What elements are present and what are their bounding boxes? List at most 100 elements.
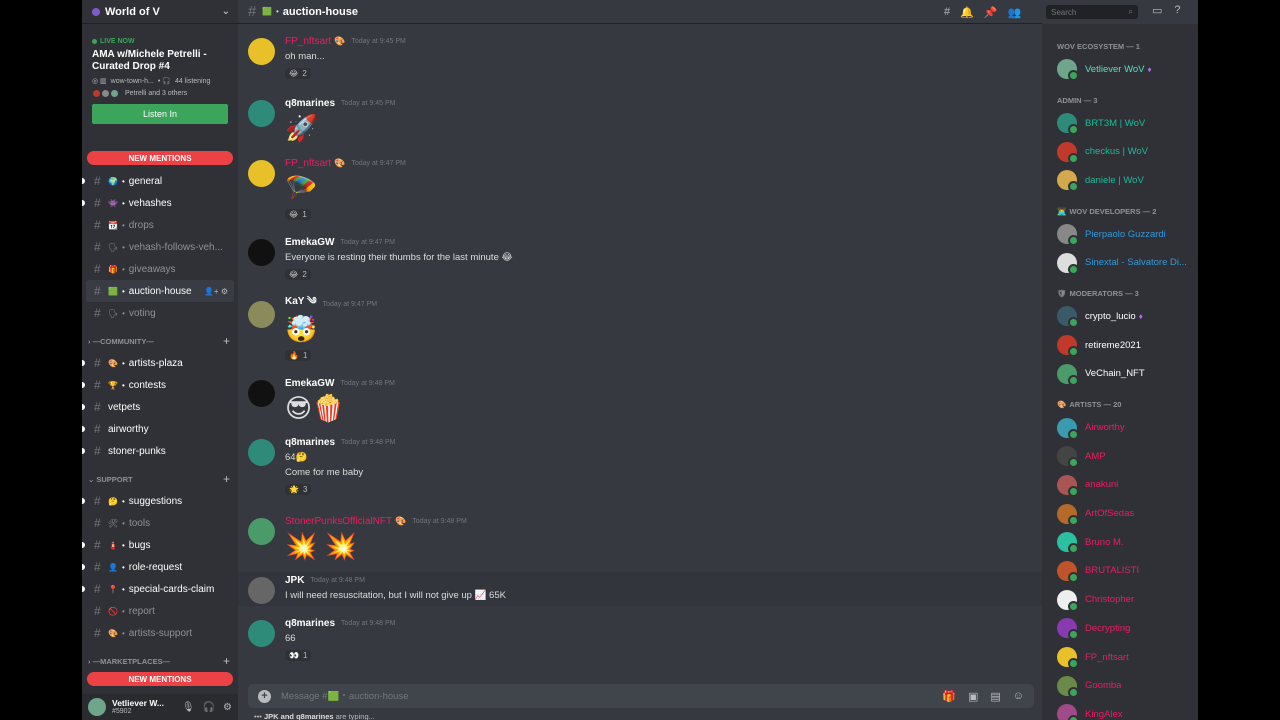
channel-airworthy[interactable]: # airworthy (82, 418, 238, 440)
channel-tools[interactable]: # 🛠 • tools (82, 512, 238, 534)
message-author[interactable]: q8marines (285, 618, 335, 629)
member-item[interactable]: Christopher (1042, 585, 1198, 614)
channel-artists-plaza[interactable]: # 🎨 • artists-plaza (82, 352, 238, 374)
message-item[interactable]: q8marines Today at 9:45 PM 🚀 (248, 96, 1028, 144)
message-author[interactable]: q8marines (285, 98, 335, 109)
channel-voting[interactable]: # 🗣 • voting (82, 302, 238, 324)
search-box[interactable]: Search ⌕ (1046, 5, 1138, 19)
message-item[interactable]: JPK Today at 9:48 PM I will need resuscita… (248, 573, 1028, 604)
avatar[interactable] (248, 239, 275, 266)
server-header[interactable]: World of V ⌄ (82, 0, 238, 24)
avatar[interactable] (248, 518, 275, 545)
avatar[interactable] (88, 698, 106, 716)
reaction-button[interactable]: 🌟 3 (285, 484, 312, 495)
message-item[interactable]: q8marines Today at 9:48 PM 66 👀 1 (248, 616, 1028, 663)
member-item[interactable]: Bruno M. (1042, 528, 1198, 557)
channel-suggestions[interactable]: # 🤔 • suggestions (82, 490, 238, 512)
message-item[interactable]: KaY ༄ Today at 9:47 PM 🤯 🔥 1 (248, 296, 1028, 363)
member-item[interactable]: Decrypting (1042, 614, 1198, 643)
channel-stoner-punks[interactable]: # stoner-punks (82, 440, 238, 462)
new-mentions-pill-bottom[interactable]: NEW MENTIONS (87, 672, 233, 686)
add-channel-icon[interactable]: + (223, 472, 230, 486)
reaction-button[interactable]: 👀 1 (285, 650, 312, 661)
member-item[interactable]: BRUTALISTI (1042, 557, 1198, 586)
message-item[interactable]: EmekaGW Today at 9:47 PM Everyone is resti… (248, 235, 1028, 282)
pin-icon[interactable]: 📌 (984, 6, 998, 19)
member-item[interactable]: VeChain_NFT (1042, 360, 1198, 389)
message-author[interactable]: EmekaGW (285, 378, 334, 389)
members-icon[interactable]: 👥 (1008, 6, 1022, 19)
channel-artists-support[interactable]: # 🎨 • artists-support (82, 622, 238, 644)
member-item[interactable]: AMP (1042, 442, 1198, 471)
channel-auction-house[interactable]: # 🟩 • auction-house 👤+ ⚙ (86, 280, 234, 302)
attach-plus-icon[interactable]: + (258, 689, 271, 703)
channel-special-cards-claim[interactable]: # 📍 • special-cards-claim (82, 578, 238, 600)
member-item[interactable]: checkus | WoV (1042, 137, 1198, 166)
channel-vehashes[interactable]: # 👾 • vehashes (82, 192, 238, 214)
member-item[interactable]: ArtOfSedas (1042, 499, 1198, 528)
microphone-icon[interactable]: 🎙 (182, 702, 195, 713)
avatar[interactable] (248, 38, 275, 65)
channel-vehash-follows-veh[interactable]: # 🗣 • vehash-follows-veh... (82, 236, 238, 258)
listen-in-button[interactable]: Listen In (92, 104, 228, 124)
member-item[interactable]: Vetliever WoV ♦ (1042, 55, 1198, 84)
bell-icon[interactable]: 🔔 (960, 6, 974, 19)
avatar[interactable] (248, 439, 275, 466)
message-author[interactable]: JPK (285, 575, 304, 586)
member-item[interactable]: Goomba (1042, 671, 1198, 700)
threads-icon[interactable]: # (944, 6, 950, 18)
avatar[interactable] (248, 620, 275, 647)
new-mentions-pill-top[interactable]: NEW MENTIONS (87, 151, 233, 165)
channel-role-request[interactable]: # 👤 • role-request (82, 556, 238, 578)
channel-vetpets[interactable]: # vetpets (82, 396, 238, 418)
message-item[interactable]: FP_nftsart 🎨 Today at 9:45 PM oh man... 😂 2 (248, 34, 1028, 81)
avatar[interactable] (248, 301, 275, 328)
reaction-button[interactable]: 😂 2 (285, 68, 311, 79)
member-item[interactable]: crypto_lucio ♦ (1042, 302, 1198, 331)
avatar[interactable] (248, 577, 275, 604)
message-item[interactable]: EmekaGW Today at 9:48 PM 😎🍿 (248, 376, 1028, 424)
category-marketplaces[interactable]: › — MARKETPLACES — + (82, 650, 238, 672)
sticker-icon[interactable]: ▤ (990, 690, 1000, 703)
avatar[interactable] (248, 100, 275, 127)
member-item[interactable]: anakuni (1042, 471, 1198, 500)
member-item[interactable]: daniele | WoV (1042, 166, 1198, 195)
message-author[interactable]: FP_nftsart (285, 36, 331, 47)
channel-drops[interactable]: # 📆 • drops (82, 214, 238, 236)
gif-icon[interactable]: ▣ (968, 690, 978, 703)
chevron-down-icon[interactable]: ⌄ (222, 6, 230, 17)
channel-settings-icons[interactable]: 👤+ ⚙ (204, 287, 228, 296)
gift-icon[interactable]: 🎁 (942, 690, 956, 703)
gear-icon[interactable]: ⚙ (223, 702, 232, 713)
reaction-button[interactable]: 😂 1 (285, 209, 311, 220)
member-item[interactable]: Pierpaolo Guzzardi (1042, 220, 1198, 249)
message-list[interactable]: FP_nftsart 🎨 Today at 9:45 PM oh man... 😂 2 q8… (238, 24, 1042, 682)
reaction-button[interactable]: 🔥 1 (285, 350, 312, 361)
channel-report[interactable]: # 🚫 • report (82, 600, 238, 622)
avatar[interactable] (248, 380, 275, 407)
member-item[interactable]: FP_nftsart (1042, 643, 1198, 672)
member-item[interactable]: Airworthy (1042, 413, 1198, 442)
message-item[interactable]: q8marines Today at 9:48 PM 64🤔 Come for me … (248, 435, 1028, 497)
message-input[interactable] (281, 690, 943, 702)
member-item[interactable]: Sinextal - Salvatore Di... (1042, 248, 1198, 277)
add-channel-icon[interactable]: + (223, 334, 230, 348)
add-channel-icon[interactable]: + (223, 654, 230, 668)
member-item[interactable]: BRT3M | WoV (1042, 109, 1198, 138)
user-info[interactable]: Vetliever W... #5902 (112, 699, 164, 716)
help-icon[interactable]: ? (1174, 4, 1180, 17)
member-item[interactable]: KingAlex (1042, 700, 1198, 720)
emoji-icon[interactable]: ☺ (1013, 690, 1024, 703)
message-author[interactable]: EmekaGW (285, 237, 334, 248)
member-item[interactable]: retireme2021 (1042, 331, 1198, 360)
message-item[interactable]: FP_nftsart 🎨 Today at 9:47 PM 🪂 😂 1 (248, 156, 1028, 222)
message-author[interactable]: FP_nftsart (285, 158, 331, 169)
inbox-icon[interactable]: ▭ (1152, 4, 1162, 17)
reaction-button[interactable]: 😂 2 (285, 269, 311, 280)
category-community[interactable]: › — COMMUNITY — + (82, 330, 238, 352)
channel-bugs[interactable]: # 🧯 • bugs (82, 534, 238, 556)
message-item[interactable]: StonerPunksOfficialNFT 🎨 Today at 9:48 PM 💥… (248, 514, 1028, 562)
channel-giveaways[interactable]: # 🎁 • giveaways (82, 258, 238, 280)
category-support[interactable]: ⌄ SUPPORT + (82, 468, 238, 490)
avatar[interactable] (248, 160, 275, 187)
